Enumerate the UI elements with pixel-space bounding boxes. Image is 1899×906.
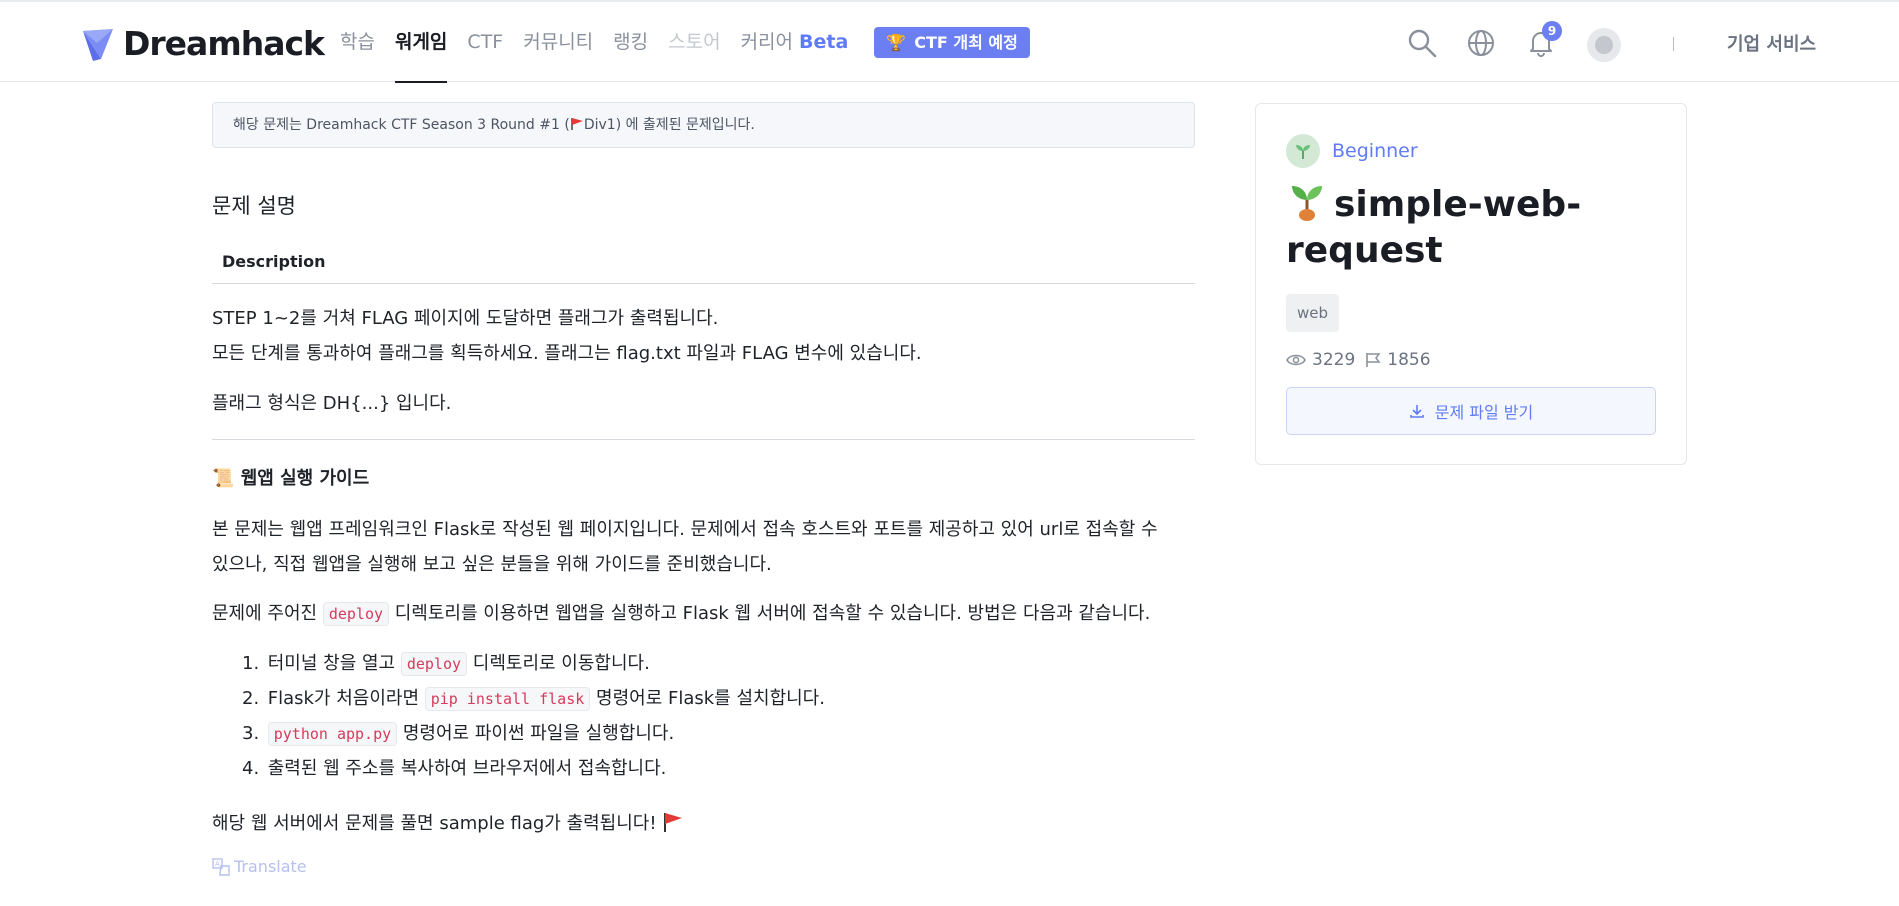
brand-name: Dreamhack [123, 24, 325, 63]
section-title: 문제 설명 [212, 194, 296, 218]
list-text: 터미널 창을 열고 [267, 653, 396, 674]
problem-stats: 3229 1856 [1286, 350, 1441, 370]
closing-text-body: 해당 웹 서버에서 문제를 풀면 sample flag가 출력됩니다! [212, 813, 657, 834]
sprout-level-icon [1286, 134, 1320, 168]
description-line-2: 모든 단계를 통과하여 플래그를 획득하세요. 플래그는 flag.txt 파일… [212, 343, 922, 364]
nav-ctf[interactable]: CTF [467, 2, 503, 82]
download-icon [1409, 405, 1424, 418]
list-item: 3. python app.py 명령어로 파이썬 파일을 실행합니다. [242, 719, 675, 746]
notice-division: Div1 [583, 117, 616, 133]
tab-divider [212, 283, 1195, 284]
globe-icon [1468, 30, 1494, 56]
translate-label: Translate [234, 857, 307, 876]
red-flag-icon [571, 118, 583, 130]
ctf-upcoming-button[interactable]: 🏆 CTF 개최 예정 [874, 26, 1030, 58]
nav-wargame[interactable]: 워게임 [394, 2, 448, 83]
guide-heading-text: 웹앱 실행 가이드 [240, 468, 370, 489]
beta-label: Beta [799, 31, 849, 53]
eye-icon [1286, 354, 1306, 366]
language-button[interactable] [1464, 26, 1498, 60]
list-number: 2. [242, 688, 260, 709]
inline-code: pip install flask [424, 687, 591, 711]
trophy-icon: 🏆 [886, 32, 907, 52]
svg-text:A: A [215, 860, 220, 868]
guide-paragraph-3-post: 디렉토리를 이용하면 웹앱을 실행하고 Flask 웹 서버에 접속할 수 있습… [394, 603, 1151, 624]
description-line-1: STEP 1~2를 거쳐 FLAG 페이지에 도달하면 플래그가 출력됩니다. [212, 308, 719, 329]
sprout-icon [1292, 186, 1322, 221]
search-icon [1408, 29, 1437, 58]
main-nav: 학습 워게임 CTF 커뮤니티 랭킹 스토어 커리어 Beta 🏆 CTF 개최 … [340, 2, 1030, 83]
solves-count: 1856 [1387, 350, 1431, 370]
list-text: 출력된 웹 주소를 복사하여 브라우저에서 접속합니다. [267, 758, 667, 779]
notification-button[interactable]: 9 [1524, 21, 1562, 60]
nav-ranking[interactable]: 랭킹 [613, 2, 648, 82]
download-label: 문제 파일 받기 [1434, 403, 1534, 422]
list-number: 1. [242, 653, 260, 674]
list-item: 4. 출력된 웹 주소를 복사하여 브라우저에서 접속합니다. [242, 754, 666, 780]
list-number: 3. [242, 723, 260, 744]
brand-logo[interactable]: Dreamhack [79, 24, 325, 64]
header-divider [1673, 37, 1674, 51]
inline-code: deploy [400, 652, 468, 676]
list-text: 디렉토리로 이동합니다. [472, 653, 650, 674]
list-item: 2. Flask가 처음이라면 pip install flask 명령어로 F… [242, 684, 825, 711]
problem-title: simple-web-request [1286, 180, 1666, 274]
views-count: 3229 [1312, 350, 1356, 370]
dreamhack-logo-icon [83, 29, 113, 61]
translate-button[interactable]: A Translate [212, 857, 307, 876]
list-text: 명령어로 Flask를 설치합니다. [596, 688, 825, 709]
guide-heading: 📜 웹앱 실행 가이드 [212, 464, 369, 490]
list-text: Flask가 처음이라면 [267, 688, 420, 709]
difficulty-label: Beginner [1332, 140, 1418, 162]
guide-paragraph-1: 본 문제는 웹앱 프레임워크인 Flask로 작성된 웹 페이지입니다. 문제에… [212, 519, 1158, 540]
guide-paragraph-3-pre: 문제에 주어진 [212, 603, 318, 624]
nav-learn[interactable]: 학습 [340, 2, 375, 82]
flag-outline-icon [1366, 353, 1381, 367]
solves-stat: 1856 [1365, 350, 1431, 370]
views-stat: 3229 [1286, 350, 1355, 370]
notice-prefix: 해당 문제는 Dreamhack CTF Season 3 Round #1 ( [233, 117, 570, 133]
tag-web[interactable]: web [1286, 294, 1340, 332]
inline-code: python app.py [267, 722, 398, 746]
guide-paragraph-3: 문제에 주어진 deploy 디렉토리를 이용하면 웹앱을 실행하고 Flask… [212, 599, 1151, 626]
list-text: 명령어로 파이썬 파일을 실행합니다. [402, 723, 675, 744]
red-flag-icon [664, 813, 683, 832]
guide-paragraph-2: 있으나, 직접 웹앱을 실행해 보고 싶은 분들을 위해 가이드를 준비했습니다… [212, 554, 772, 575]
closing-text: 해당 웹 서버에서 문제를 풀면 sample flag가 출력됩니다! [212, 809, 684, 835]
problem-title-text: simple-web-request [1286, 184, 1582, 271]
content-divider [212, 439, 1195, 440]
list-number: 4. [242, 758, 260, 779]
notification-count-badge: 9 [1542, 21, 1562, 41]
business-service-link[interactable]: 기업 서비스 [1727, 30, 1816, 56]
nav-store[interactable]: 스토어 [668, 2, 720, 82]
site-header: Dreamhack 학습 워게임 CTF 커뮤니티 랭킹 스토어 커리어 Beta… [0, 2, 1899, 83]
nav-community[interactable]: 커뮤니티 [523, 2, 593, 82]
problem-info-card: Beginner simple-web-request web 3229 185… [1255, 103, 1687, 465]
notice-suffix: ) 에 출제된 문제입니다. [615, 117, 755, 133]
nav-career-label: 커리어 [740, 31, 794, 53]
nav-career[interactable]: 커리어 Beta [741, 2, 849, 82]
download-problem-button[interactable]: 문제 파일 받기 [1286, 387, 1656, 435]
ctf-origin-notice: 해당 문제는 Dreamhack CTF Season 3 Round #1 (… [212, 102, 1195, 148]
difficulty-level: Beginner [1286, 134, 1418, 168]
scroll-icon: 📜 [212, 468, 235, 489]
tab-description[interactable]: Description [222, 252, 325, 271]
flag-format-text: 플래그 형식은 DH{...} 입니다. [212, 393, 452, 414]
inline-code-deploy: deploy [322, 602, 390, 626]
avatar[interactable] [1587, 28, 1621, 62]
avatar-icon [1595, 36, 1613, 54]
list-item: 1. 터미널 창을 열고 deploy 디렉토리로 이동합니다. [242, 649, 650, 676]
translate-icon: A [212, 857, 230, 876]
ctf-badge-label: CTF 개최 예정 [914, 32, 1018, 52]
search-button[interactable] [1405, 26, 1439, 60]
